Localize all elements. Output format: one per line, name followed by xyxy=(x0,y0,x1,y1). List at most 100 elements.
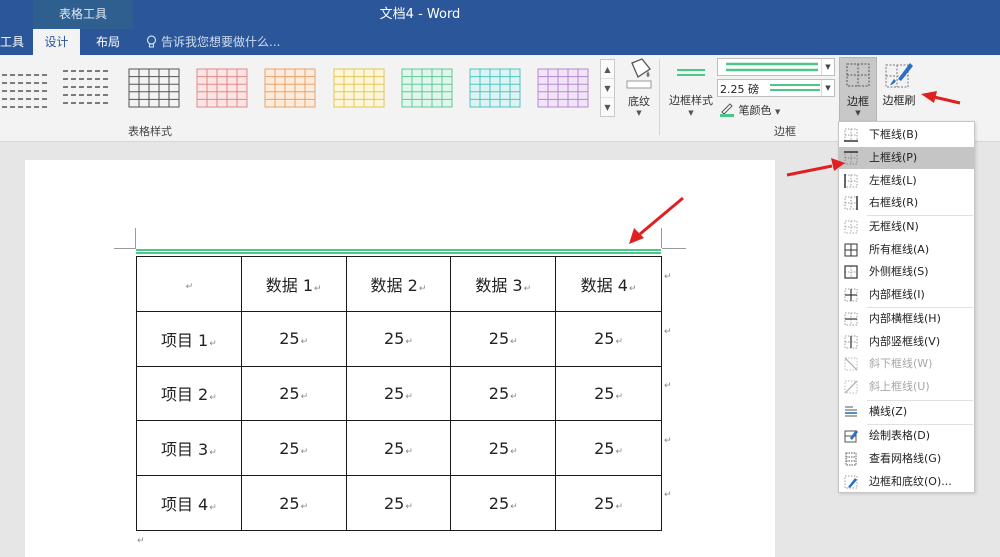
paragraph-mark-icon: ↵ xyxy=(137,536,145,546)
shading-button[interactable]: 底纹 ▼ xyxy=(619,57,659,121)
pen-color-button[interactable]: 笔颜色 ▼ xyxy=(719,101,780,119)
menu-item-inside-horizontal-border[interactable]: 内部横框线(H) xyxy=(839,308,974,330)
chevron-down-icon: ▼ xyxy=(688,109,694,117)
table-cell[interactable]: 25↵ xyxy=(555,365,662,422)
table-cell[interactable]: 25↵ xyxy=(450,365,557,422)
table-cell[interactable]: 25↵ xyxy=(345,420,452,477)
menu-item-bottom-border[interactable]: 下框线(B) xyxy=(839,124,974,146)
table-cell[interactable]: ↵ xyxy=(136,256,242,312)
table-cell[interactable]: 25↵ xyxy=(450,310,557,367)
menu-item-outside-borders[interactable]: 外侧框线(S) xyxy=(839,261,974,283)
menu-item-top-border[interactable]: 上框线(P) xyxy=(839,147,974,169)
gallery-scroll[interactable]: ▲ ▼ ▼ xyxy=(600,59,615,117)
tell-me-search[interactable]: 告诉我您想要做什么... xyxy=(146,29,280,55)
menu-item-draw-table[interactable]: 绘制表格(D) xyxy=(839,425,974,447)
row-end-mark-icon: ↵ xyxy=(664,436,672,446)
gallery-up-icon[interactable]: ▲ xyxy=(601,60,614,79)
gallery-more-icon[interactable]: ▼ xyxy=(601,98,614,117)
table-style-thumbnail[interactable] xyxy=(264,67,316,109)
arrow-icon xyxy=(786,158,845,177)
table-cell[interactable]: 项目 4↵ xyxy=(136,475,242,531)
table-cell[interactable]: 25↵ xyxy=(345,310,452,367)
chevron-down-icon: ▼ xyxy=(855,109,861,117)
paragraph-mark-icon: ↵ xyxy=(209,393,217,404)
table-cell[interactable]: 25↵ xyxy=(450,475,557,531)
menu-item-diagonal-down-border[interactable]: 斜下框线(W) xyxy=(839,353,974,375)
gallery-down-icon[interactable]: ▼ xyxy=(601,79,614,98)
menu-item-right-border[interactable]: 右框线(R) xyxy=(839,192,974,214)
menu-item-no-border[interactable]: 无框线(N) xyxy=(839,216,974,238)
inside-borders-icon xyxy=(844,288,858,302)
borders-button[interactable]: 边框 ▼ xyxy=(839,57,877,123)
crop-mark xyxy=(135,228,136,248)
table-style-thumbnail[interactable] xyxy=(401,67,453,109)
line-weight-value: 2.25 磅 xyxy=(720,83,759,96)
group-separator xyxy=(659,59,660,135)
border-painter-button[interactable]: 边框刷 xyxy=(878,57,920,117)
row-end-mark-icon: ↵ xyxy=(664,327,672,337)
paragraph-mark-icon: ↵ xyxy=(523,283,532,294)
title-bar: 表格工具 文档4 - Word 工具 设计 布局 告诉我您想要做什么... xyxy=(0,0,1000,55)
border-styles-button[interactable]: 边框样式 ▼ xyxy=(665,63,717,123)
paragraph-mark-icon: ↵ xyxy=(209,503,217,514)
menu-item-all-borders[interactable]: 所有框线(A) xyxy=(839,239,974,261)
paragraph-mark-icon: ↵ xyxy=(510,501,518,512)
table-cell[interactable]: 25↵ xyxy=(555,420,662,477)
table-style-thumbnail[interactable] xyxy=(469,67,521,109)
menu-item-inside-vertical-border[interactable]: 内部竖框线(V) xyxy=(839,331,974,353)
table-style-thumbnail[interactable] xyxy=(196,67,248,109)
table-row: 项目 2↵ 25↵ 25↵ 25↵ 25↵ xyxy=(136,365,662,422)
bottom-border-icon xyxy=(844,128,858,142)
tab-design[interactable]: 设计 xyxy=(33,29,80,55)
draw-table-icon xyxy=(844,430,858,443)
paragraph-mark-icon: ↵ xyxy=(615,446,624,457)
table-style-thumbnail[interactable] xyxy=(0,67,52,109)
chevron-down-icon: ▼ xyxy=(636,109,642,117)
table-style-thumbnail[interactable] xyxy=(61,67,113,109)
menu-item-inside-borders[interactable]: 内部框线(I) xyxy=(839,284,974,306)
chevron-down-icon[interactable]: ▼ xyxy=(821,80,834,96)
line-style-dropdown[interactable]: ▼ xyxy=(717,58,835,76)
table-cell[interactable]: 25↵ xyxy=(555,310,662,367)
borders-shading-icon xyxy=(844,475,858,489)
document-table[interactable]: ↵ 数据 1↵ 数据 2↵ 数据 3↵ 数据 4↵ 项目 1↵ 25↵ 25↵ … xyxy=(136,256,662,531)
line-weight-preview-icon xyxy=(770,84,820,91)
paragraph-mark-icon: ↵ xyxy=(615,337,624,348)
table-cell[interactable]: 25↵ xyxy=(240,420,347,477)
table-row: ↵ 数据 1↵ 数据 2↵ 数据 3↵ 数据 4↵ xyxy=(136,256,662,312)
tab-layout[interactable]: 布局 xyxy=(86,29,130,55)
table-cell[interactable]: 25↵ xyxy=(240,365,347,422)
table-cell[interactable]: 数据 2↵ xyxy=(345,256,452,312)
table-row: 项目 4↵ 25↵ 25↵ 25↵ 25↵ xyxy=(136,475,662,531)
menu-item-left-border[interactable]: 左框线(L) xyxy=(839,170,974,192)
table-cell[interactable]: 25↵ xyxy=(555,475,662,531)
table-style-thumbnail[interactable] xyxy=(128,67,180,109)
menu-item-borders-and-shading[interactable]: 边框和底纹(O)... xyxy=(839,471,974,492)
tab-tools[interactable]: 工具 xyxy=(0,29,34,55)
chevron-down-icon[interactable]: ▼ xyxy=(821,59,834,75)
top-border-line xyxy=(136,249,661,254)
table-cell[interactable]: 数据 1↵ xyxy=(240,256,347,312)
line-weight-dropdown[interactable]: 2.25 磅 ▼ xyxy=(717,79,835,97)
table-cell[interactable]: 项目 1↵ xyxy=(136,310,242,367)
menu-item-diagonal-up-border[interactable]: 斜上框线(U) xyxy=(839,376,974,398)
table-style-thumbnail[interactable] xyxy=(333,67,385,109)
borders-dropdown-menu: 下框线(B) 上框线(P) 左框线(L) 右框线(R) 无框线(N) 所有框线(… xyxy=(838,121,975,493)
table-cell[interactable]: 25↵ xyxy=(345,475,452,531)
table-cell[interactable]: 25↵ xyxy=(240,475,347,531)
table-cell[interactable]: 项目 2↵ xyxy=(136,365,242,422)
border-painter-icon xyxy=(885,63,913,88)
table-cell[interactable]: 数据 3↵ xyxy=(450,256,557,312)
menu-item-horizontal-line[interactable]: 横线(Z) xyxy=(839,401,974,423)
table-cell[interactable]: 数据 4↵ xyxy=(555,256,662,312)
crop-mark xyxy=(661,228,662,248)
menu-item-view-gridlines[interactable]: 查看网格线(G) xyxy=(839,448,974,470)
paragraph-mark-icon: ↵ xyxy=(300,446,309,457)
table-cell[interactable]: 25↵ xyxy=(345,365,452,422)
table-cell[interactable]: 项目 3↵ xyxy=(136,420,242,477)
paragraph-mark-icon: ↵ xyxy=(615,501,624,512)
table-style-thumbnail[interactable] xyxy=(537,67,589,109)
table-cell[interactable]: 25↵ xyxy=(450,420,557,477)
table-cell[interactable]: 25↵ xyxy=(240,310,347,367)
table-styles-gallery xyxy=(0,59,600,119)
